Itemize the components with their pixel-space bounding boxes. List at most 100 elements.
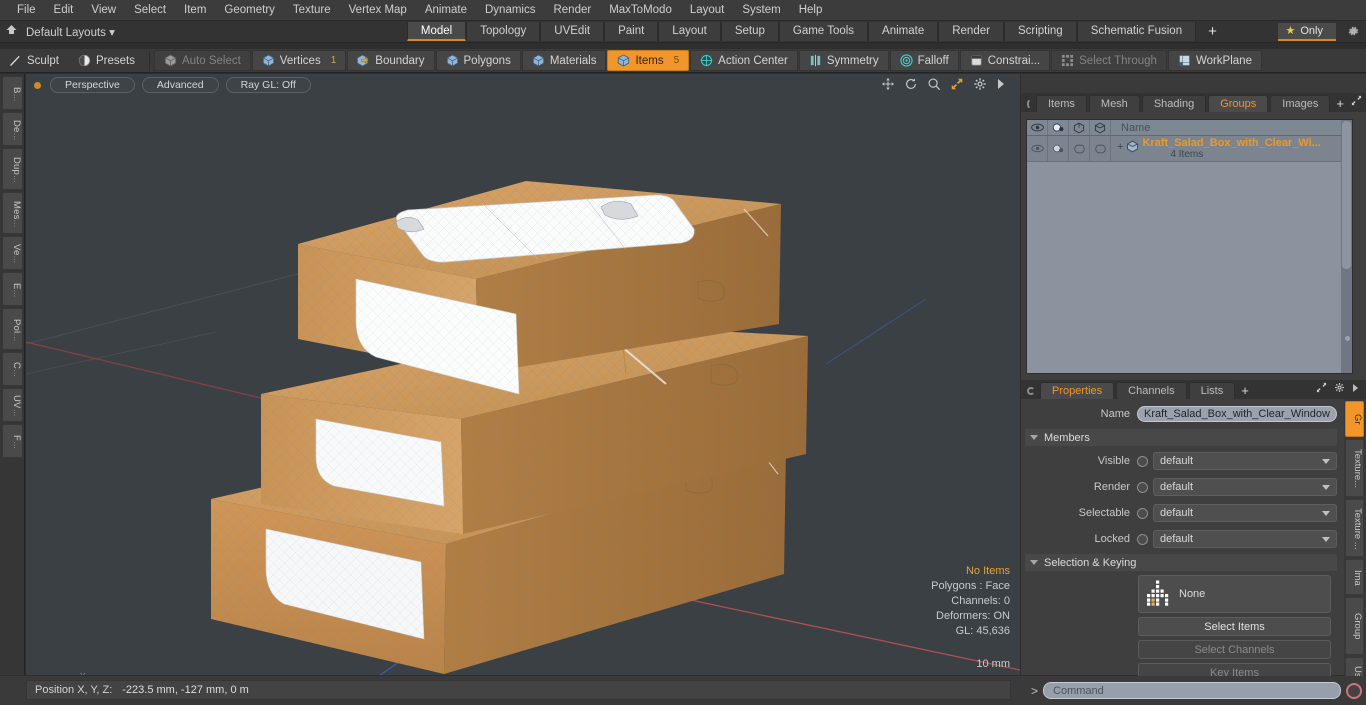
viewport-mode-button[interactable]: Perspective: [50, 77, 135, 93]
toolbar-button-boundary[interactable]: Boundary: [347, 50, 435, 71]
layout-tab-animate[interactable]: Animate: [868, 22, 939, 41]
left-tab-f[interactable]: F…: [2, 424, 23, 458]
menu-item-animate[interactable]: Animate: [416, 0, 476, 21]
member-dropdown[interactable]: default: [1153, 530, 1337, 548]
panel-tab-groups[interactable]: Groups: [1208, 95, 1269, 112]
selection-keying-section-header[interactable]: Selection & Keying: [1025, 554, 1337, 571]
panel-tab-shading[interactable]: Shading: [1141, 95, 1207, 112]
table-row[interactable]: + Kraft_Salad_Box_with_Clear_Wi... 4 Ite…: [1027, 136, 1352, 162]
menu-item-dynamics[interactable]: Dynamics: [476, 0, 544, 21]
menu-item-select[interactable]: Select: [125, 0, 175, 21]
menu-item-texture[interactable]: Texture: [284, 0, 340, 21]
right-tab-gr[interactable]: Gr: [1345, 401, 1364, 437]
zoom-icon[interactable]: [927, 77, 941, 91]
button-select-items[interactable]: Select Items: [1138, 617, 1331, 636]
right-tab-ima[interactable]: Ima: [1345, 559, 1364, 595]
menu-item-geometry[interactable]: Geometry: [215, 0, 284, 21]
selection-set-field[interactable]: None: [1138, 575, 1331, 613]
left-tab-pol[interactable]: Pol…: [2, 308, 23, 350]
expand-row-button[interactable]: +: [1117, 137, 1123, 157]
layout-tab-scripting[interactable]: Scripting: [1003, 22, 1077, 41]
menu-item-edit[interactable]: Edit: [45, 0, 83, 21]
row-visibility-toggle[interactable]: [1027, 136, 1048, 161]
scrollbar-knob[interactable]: [1344, 336, 1350, 341]
add-layout-button[interactable]: +: [1196, 23, 1229, 40]
member-toggle[interactable]: [1137, 455, 1148, 467]
menu-item-maxtomodo[interactable]: MaxToModo: [600, 0, 681, 21]
left-tab-uv[interactable]: UV…: [2, 388, 23, 422]
add-tab-button[interactable]: +: [1237, 383, 1256, 399]
menu-item-item[interactable]: Item: [175, 0, 215, 21]
layout-tab-uvedit[interactable]: UVEdit: [540, 22, 605, 41]
menu-item-view[interactable]: View: [82, 0, 125, 21]
members-section-header[interactable]: Members: [1025, 429, 1337, 446]
member-toggle[interactable]: [1137, 533, 1148, 545]
menu-item-file[interactable]: File: [8, 0, 45, 21]
toolbar-button-sculpt[interactable]: Sculpt: [0, 50, 68, 71]
expand-panel-icon[interactable]: [1351, 95, 1362, 109]
name-field[interactable]: Kraft_Salad_Box_with_Clear_Window: [1137, 406, 1337, 422]
left-tab-c[interactable]: C…: [2, 352, 23, 386]
properties-tab-lists[interactable]: Lists: [1188, 382, 1236, 399]
member-dropdown[interactable]: default: [1153, 452, 1337, 470]
member-dropdown[interactable]: default: [1153, 504, 1337, 522]
member-toggle[interactable]: [1137, 481, 1148, 493]
layout-tab-layout[interactable]: Layout: [658, 22, 721, 41]
position-readout[interactable]: Position X, Y, Z: -223.5 mm, -127 mm, 0 …: [26, 680, 1011, 700]
left-tab-b[interactable]: B…: [2, 76, 23, 110]
panel-menu-dot[interactable]: [1027, 100, 1031, 108]
command-input[interactable]: Command: [1043, 682, 1341, 699]
toolbar-button-items[interactable]: Items 5: [607, 50, 690, 71]
groups-list[interactable]: Name + Kraft_Salad_Box_with_Clear_Wi...: [1026, 119, 1353, 374]
layout-tab-model[interactable]: Model: [406, 22, 467, 41]
viewport-menu-dot[interactable]: [34, 81, 41, 89]
panel-tab-images[interactable]: Images: [1270, 95, 1331, 112]
add-tab-button[interactable]: +: [1332, 96, 1351, 112]
row-lock-toggle[interactable]: [1090, 136, 1111, 161]
toolbar-button-workplane[interactable]: WorkPlane: [1167, 50, 1262, 71]
left-tab-dup[interactable]: Dup…: [2, 148, 23, 190]
chevron-right-icon[interactable]: [996, 78, 1006, 90]
properties-tab-properties[interactable]: Properties: [1040, 382, 1115, 399]
layout-tab-render[interactable]: Render: [938, 22, 1004, 41]
panel-tab-mesh[interactable]: Mesh ...: [1088, 95, 1140, 126]
menu-item-vertex-map[interactable]: Vertex Map: [340, 0, 416, 21]
layout-tab-paint[interactable]: Paint: [604, 22, 659, 41]
toolbar-button-polygons[interactable]: Polygons: [435, 50, 521, 71]
viewport-raygl-button[interactable]: Ray GL: Off: [225, 77, 311, 93]
fit-icon[interactable]: [950, 77, 964, 91]
menu-item-help[interactable]: Help: [790, 0, 832, 21]
gear-icon[interactable]: [1347, 25, 1360, 41]
gear-icon[interactable]: [973, 77, 987, 91]
member-toggle[interactable]: [1137, 507, 1148, 519]
toolbar-button-symmetry[interactable]: Symmetry: [798, 50, 889, 71]
record-icon[interactable]: [1346, 682, 1362, 699]
pan-icon[interactable]: [881, 77, 895, 91]
viewport-3d[interactable]: Y X Z Perspective Advanced Ray GL: Off N…: [26, 74, 1020, 675]
toolbar-button-action-center[interactable]: Action Center: [690, 50, 798, 71]
left-tab-e[interactable]: E…: [2, 272, 23, 306]
viewport-render[interactable]: Y X Z: [26, 74, 1020, 675]
right-tab-texture[interactable]: Texture ...: [1345, 499, 1364, 557]
toolbar-button-presets[interactable]: Presets: [69, 50, 144, 71]
left-tab-de[interactable]: De…: [2, 112, 23, 146]
menu-item-system[interactable]: System: [733, 0, 789, 21]
panel-tab-items[interactable]: Items: [1036, 95, 1087, 112]
gear-icon[interactable]: [1334, 382, 1345, 396]
right-tab-texture[interactable]: Texture...: [1345, 439, 1364, 497]
expand-panel-icon[interactable]: [1316, 382, 1327, 396]
toolbar-button-materials[interactable]: Materials: [521, 50, 607, 71]
row-select-toggle[interactable]: [1069, 136, 1090, 161]
toolbar-button-falloff[interactable]: Falloff: [889, 50, 959, 71]
chevron-right-icon[interactable]: [1352, 383, 1360, 396]
scrollbar-thumb[interactable]: [1342, 121, 1351, 269]
row-name-cell[interactable]: + Kraft_Salad_Box_with_Clear_Wi... 4 Ite…: [1111, 136, 1352, 161]
toolbar-button-constrai[interactable]: Constrai...: [959, 50, 1051, 71]
right-tab-group[interactable]: Group: [1345, 597, 1364, 655]
default-layouts-dropdown[interactable]: Default Layouts ▾: [22, 25, 115, 39]
viewport-shading-button[interactable]: Advanced: [141, 77, 219, 93]
layout-tab-setup[interactable]: Setup: [720, 22, 779, 41]
toolbar-button-vertices[interactable]: Vertices 1: [251, 50, 347, 71]
left-tab-ve[interactable]: Ve…: [2, 236, 23, 270]
toolbar-button-auto-select[interactable]: Auto Select: [153, 50, 251, 71]
